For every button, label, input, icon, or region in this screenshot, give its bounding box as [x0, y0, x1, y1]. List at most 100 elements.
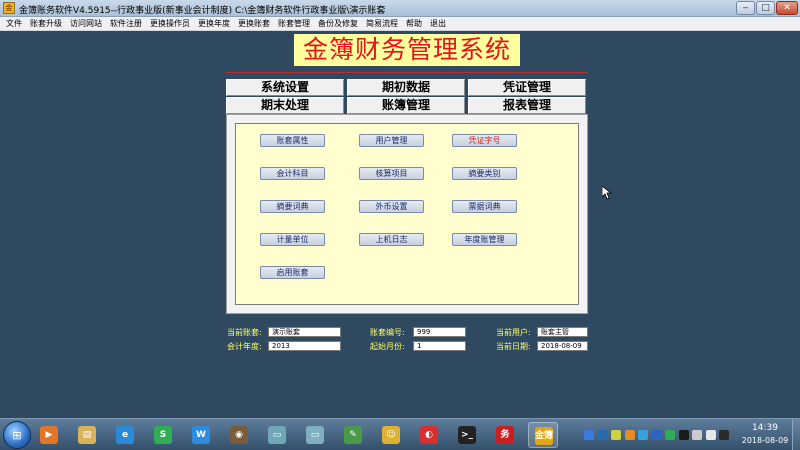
tray-icon-7[interactable] — [678, 430, 689, 440]
fiscal-year-value: 2013 — [268, 341, 341, 351]
tray-icon-6[interactable] — [665, 430, 675, 440]
tab-report-management[interactable]: 报表管理 — [468, 97, 586, 114]
menu-change-operator[interactable]: 更换操作员 — [150, 18, 190, 29]
window-title: 金簿账务软件V4.5915--行政事业版(新事业会计制度) C:\金簿财务软件行… — [19, 6, 386, 16]
media-player-icon: ▶ — [40, 426, 58, 444]
w-app-icon: W — [192, 426, 210, 444]
red-app-icon: ◐ — [420, 426, 438, 444]
taskbar: ⊞ ▶ ▤ e S W ◉ ▭ ▭ ✎ ☺ ◐ >_ 务 金簿 14:39 2018-08-09 — [0, 418, 800, 450]
banner-divider — [226, 72, 588, 73]
tab-voucher-management[interactable]: 凭证管理 — [468, 79, 586, 96]
person-app-icon: ☺ — [382, 426, 400, 444]
minimize-button[interactable]: ‒ — [736, 1, 755, 15]
voucher-number-button[interactable]: 凭证字号 — [452, 134, 517, 147]
fiscal-year-label: 会计年度: — [227, 342, 262, 351]
menu-exit[interactable]: 退出 — [430, 18, 446, 29]
taskbar-app-12[interactable]: 务 — [490, 422, 520, 448]
jinbu-app-icon: 金簿 — [535, 427, 553, 445]
function-button-area: 账套属性 用户管理 凭证字号 会计科目 核算项目 摘要类别 摘要词典 外币设置 … — [235, 123, 579, 305]
currency-settings-button[interactable]: 外币设置 — [359, 200, 424, 213]
current-user-value: 账套主管 — [537, 327, 588, 337]
close-icon: ✕ — [783, 3, 791, 13]
taskbar-app-5[interactable]: ◉ — [224, 422, 254, 448]
tray-icon-4[interactable] — [638, 430, 648, 440]
taskbar-clock-time[interactable]: 14:39 — [748, 423, 782, 433]
file-explorer-icon: ▤ — [78, 426, 96, 444]
menu-simple-flow[interactable]: 简易流程 — [366, 18, 398, 29]
menu-file[interactable]: 文件 — [6, 18, 22, 29]
summary-category-button[interactable]: 摘要类别 — [452, 167, 517, 180]
tray-icon-8[interactable] — [692, 430, 702, 440]
window-title-bar: 金 金簿账务软件V4.5915--行政事业版(新事业会计制度) C:\金簿财务软… — [0, 0, 800, 17]
function-panel: 账套属性 用户管理 凭证字号 会计科目 核算项目 摘要类别 摘要词典 外币设置 … — [226, 114, 588, 314]
user-management-button[interactable]: 用户管理 — [359, 134, 424, 147]
unit-of-measure-button[interactable]: 计量单位 — [260, 233, 325, 246]
start-month-label: 起始月份: — [370, 342, 405, 351]
red-badge-app-icon: 务 — [496, 426, 514, 444]
taskbar-app-8[interactable]: ✎ — [338, 422, 368, 448]
minimize-icon: ‒ — [742, 3, 749, 13]
accounting-subjects-button[interactable]: 会计科目 — [260, 167, 325, 180]
tab-period-end[interactable]: 期末处理 — [226, 97, 344, 114]
account-set-properties-button[interactable]: 账套属性 — [260, 134, 325, 147]
menu-change-set[interactable]: 更换账套 — [238, 18, 270, 29]
start-month-value: 1 — [413, 341, 466, 351]
enable-account-set-button[interactable]: 启用账套 — [260, 266, 325, 279]
maximize-icon: □ — [761, 3, 770, 13]
summary-dictionary-button[interactable]: 摘要词典 — [260, 200, 325, 213]
taskbar-app-11[interactable]: >_ — [452, 422, 482, 448]
app-logo-icon: 金 — [3, 2, 15, 14]
tray-icon-5[interactable] — [651, 430, 662, 440]
taskbar-app-9[interactable]: ☺ — [376, 422, 406, 448]
taskbar-app-1[interactable]: ▤ — [72, 422, 102, 448]
taskbar-clock-date[interactable]: 2018-08-09 — [738, 436, 792, 445]
taskbar-app-2[interactable]: e — [110, 422, 140, 448]
close-button[interactable]: ✕ — [776, 1, 798, 15]
taskbar-app-3[interactable]: S — [148, 422, 178, 448]
menu-register[interactable]: 软件注册 — [110, 18, 142, 29]
taskbar-app-4[interactable]: W — [186, 422, 216, 448]
tray-icon-3[interactable] — [624, 430, 635, 440]
s-app-icon: S — [154, 426, 172, 444]
taskbar-app-6[interactable]: ▭ — [262, 422, 292, 448]
maximize-button[interactable]: □ — [756, 1, 775, 15]
accounting-items-button[interactable]: 核算项目 — [359, 167, 424, 180]
bill-dictionary-button[interactable]: 票据词典 — [452, 200, 517, 213]
show-desktop-button[interactable] — [792, 419, 800, 450]
taskbar-app-13[interactable]: 金簿 — [528, 422, 558, 448]
mouse-cursor-icon — [602, 186, 612, 200]
set-number-value: 999 — [413, 327, 466, 337]
tray-icon-1[interactable] — [597, 430, 608, 440]
menu-backup-repair[interactable]: 备份及修复 — [318, 18, 358, 29]
tray-icon-10[interactable] — [719, 430, 729, 440]
tab-opening-data[interactable]: 期初数据 — [347, 79, 465, 96]
annual-account-management-button[interactable]: 年度账管理 — [452, 233, 517, 246]
tab-system-settings[interactable]: 系统设置 — [226, 79, 344, 96]
tray-icon-0[interactable] — [584, 430, 594, 440]
taskbar-app-10[interactable]: ◐ — [414, 422, 444, 448]
operation-log-button[interactable]: 上机日志 — [359, 233, 424, 246]
menu-help[interactable]: 帮助 — [406, 18, 422, 29]
menu-bar: 文件 账套升级 访问网站 软件注册 更换操作员 更换年度 更换账套 账套管理 备… — [0, 17, 800, 31]
tray-icon-9[interactable] — [705, 430, 716, 440]
windows-logo-icon: ⊞ — [12, 429, 22, 442]
menu-set-management[interactable]: 账套管理 — [278, 18, 310, 29]
cmd-icon: >_ — [458, 426, 476, 444]
menu-change-year[interactable]: 更换年度 — [198, 18, 230, 29]
menu-visit-website[interactable]: 访问网站 — [70, 18, 102, 29]
menu-upgrade-set[interactable]: 账套升级 — [30, 18, 62, 29]
tools-app-icon: ✎ — [344, 426, 362, 444]
taskbar-app-0[interactable]: ▶ — [34, 422, 64, 448]
current-date-label: 当前日期: — [496, 342, 531, 351]
system-title-banner: 金簿财务管理系统 — [294, 34, 520, 66]
start-button[interactable]: ⊞ — [3, 421, 31, 449]
set-number-label: 账套编号: — [370, 328, 405, 337]
window-app-icon: ▭ — [268, 426, 286, 444]
current-set-label: 当前账套: — [227, 328, 262, 337]
tab-ledger-management[interactable]: 账簿管理 — [347, 97, 465, 114]
tray-icon-2[interactable] — [611, 430, 621, 440]
ie-browser-icon: e — [116, 426, 134, 444]
taskbar-app-7[interactable]: ▭ — [300, 422, 330, 448]
window-app-icon-2: ▭ — [306, 426, 324, 444]
current-date-value: 2018-08-09 — [537, 341, 588, 351]
